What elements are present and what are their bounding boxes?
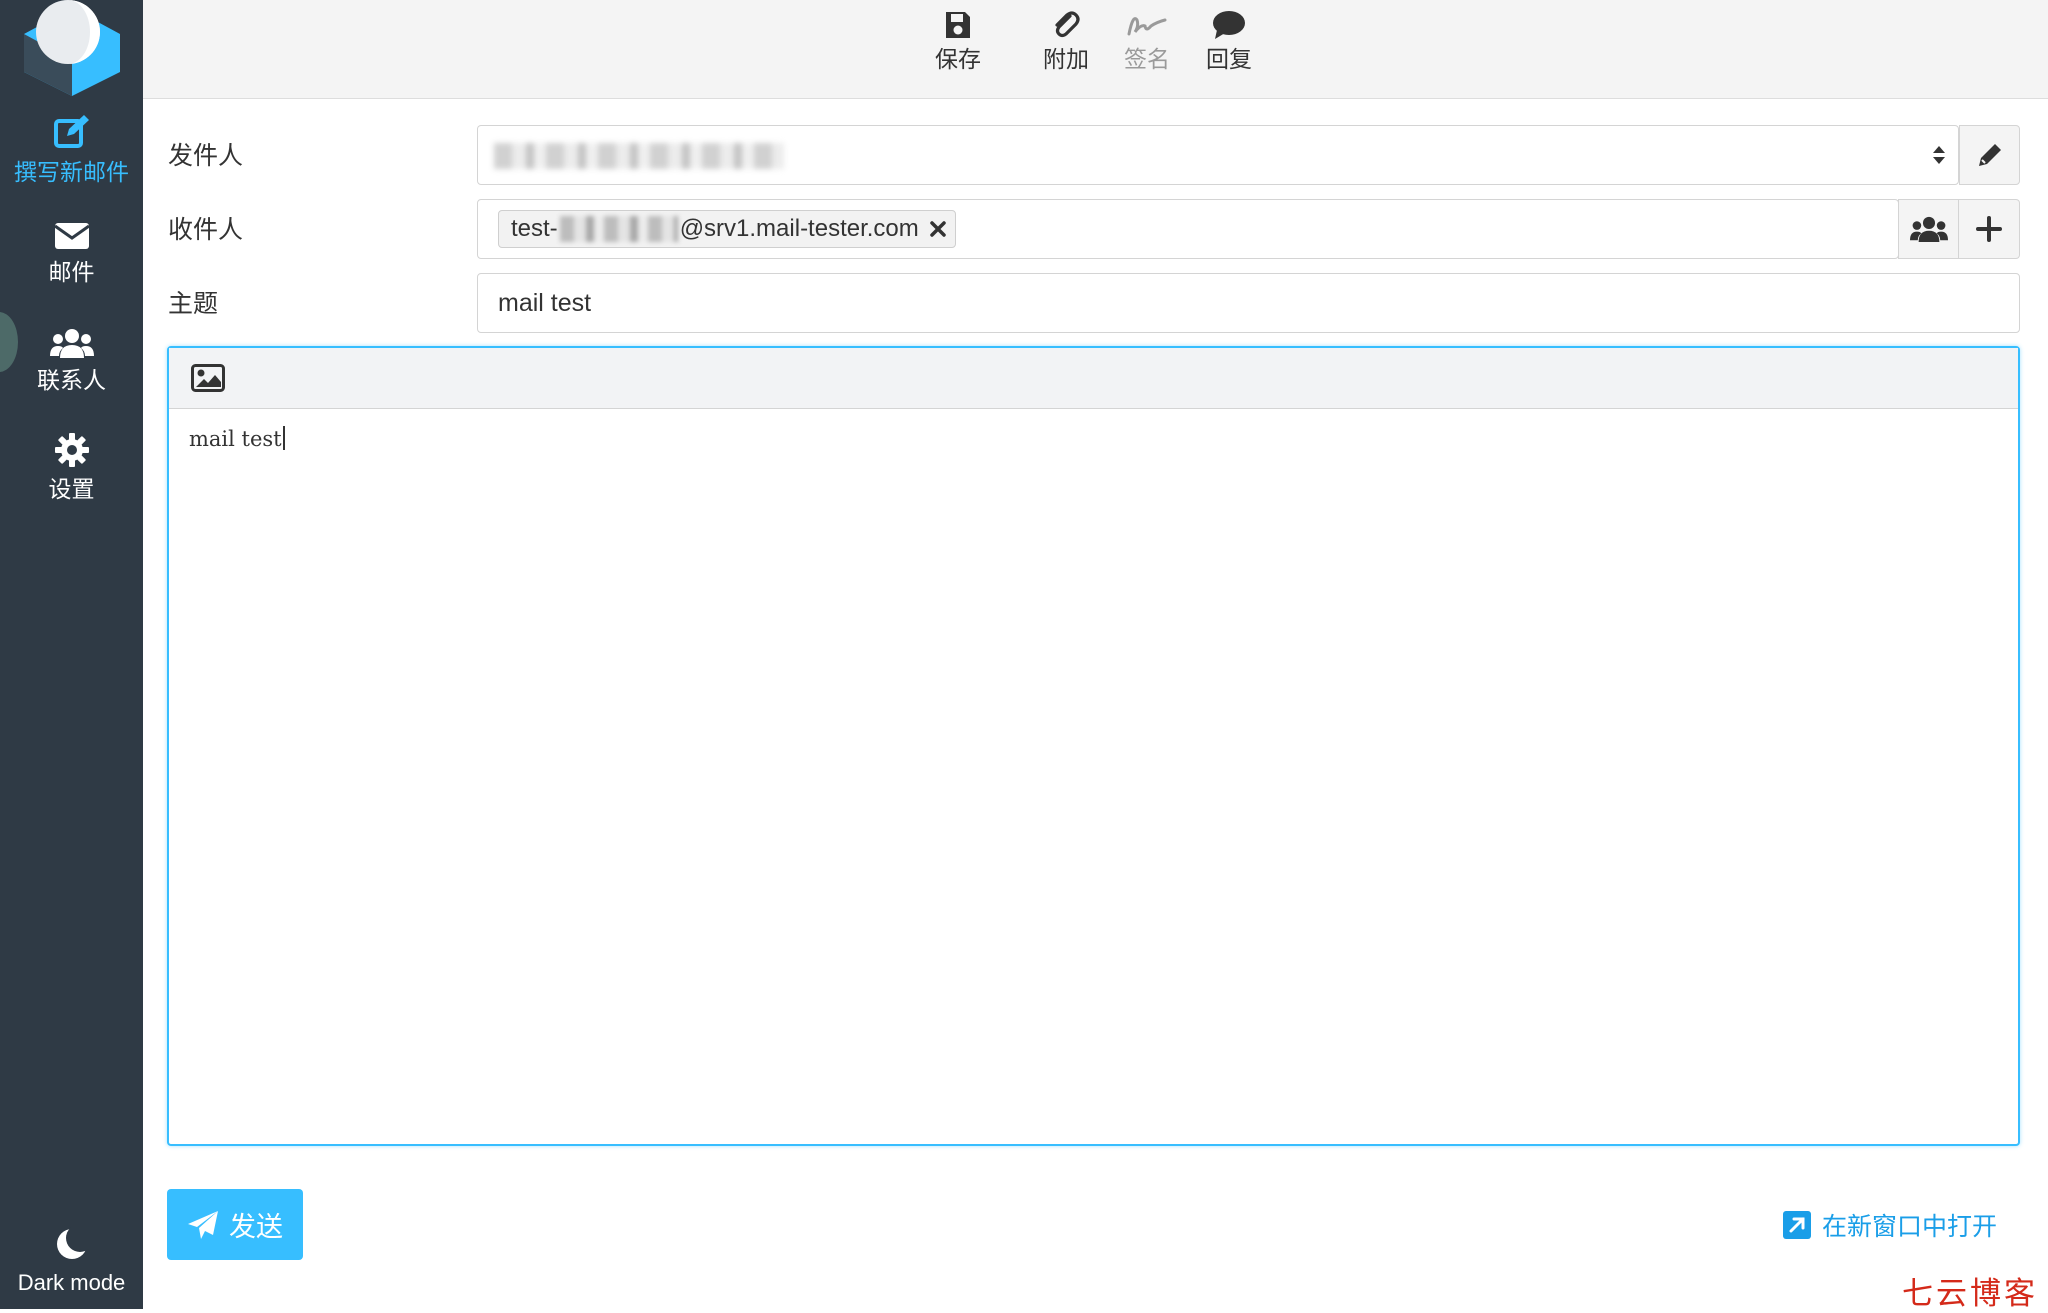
floppy-disk-icon: [946, 12, 970, 38]
external-link-icon: [1783, 1211, 1811, 1239]
sidebar-item-label: 邮件: [48, 259, 95, 285]
compose-icon: [53, 115, 89, 148]
attach-button[interactable]: 附加: [1021, 10, 1111, 74]
save-button[interactable]: 保存: [913, 10, 1003, 74]
users-icon: [49, 329, 94, 358]
gear-icon: [54, 433, 89, 467]
users-icon: [1909, 216, 1948, 242]
save-label: 保存: [935, 46, 981, 72]
sidebar-item-settings[interactable]: 设置: [0, 433, 143, 503]
paperclip-icon: [1055, 11, 1080, 38]
text-caret: [282, 426, 285, 450]
send-button[interactable]: 发送: [167, 1189, 303, 1260]
message-editor[interactable]: mail test: [167, 346, 2020, 1146]
open-in-new-window-label: 在新窗口中打开: [1822, 1213, 1998, 1241]
signature-button[interactable]: 签名: [1102, 10, 1192, 74]
recipient-input[interactable]: test- @srv1.mail-tester.com: [477, 199, 1899, 259]
from-label: 发件人: [168, 142, 244, 170]
editor-body[interactable]: mail test: [189, 426, 285, 451]
subject-input[interactable]: [477, 273, 2020, 333]
editor-text: mail test: [189, 427, 282, 451]
sidebar-item-label: 联系人: [37, 367, 106, 393]
envelope-icon: [53, 223, 90, 249]
attach-label: 附加: [1043, 46, 1089, 72]
reply-label: 回复: [1206, 46, 1252, 72]
sidebar-item-compose[interactable]: 撰写新邮件: [0, 114, 143, 186]
add-header-button[interactable]: [1959, 199, 2020, 259]
sidebar-item-label: 设置: [48, 476, 95, 502]
sidebar-item-mail[interactable]: 邮件: [0, 222, 143, 286]
recipient-redacted: [559, 216, 678, 242]
editor-toolbar: [169, 348, 2018, 409]
edit-identity-button[interactable]: [1959, 125, 2020, 185]
subject-label: 主题: [168, 290, 219, 318]
from-select[interactable]: [477, 125, 1959, 185]
watermark-text: 七云博客: [1902, 1276, 2038, 1312]
signature-label: 签名: [1124, 46, 1170, 72]
pencil-icon: [1978, 144, 2001, 166]
plus-icon: [1976, 216, 2002, 242]
sidebar-item-contacts[interactable]: 联系人: [0, 328, 143, 394]
open-in-new-window-link[interactable]: 在新窗口中打开: [1782, 1207, 1997, 1243]
sidebar: 撰写新邮件 邮件 联系人 设置 Dark mode: [0, 0, 143, 1309]
select-arrows-icon: [1933, 146, 1945, 164]
from-value-redacted: [494, 143, 784, 169]
send-label: 发送: [229, 1212, 283, 1242]
recipient-chip[interactable]: test- @srv1.mail-tester.com: [498, 210, 956, 248]
app-logo: [22, 0, 122, 96]
dark-mode-label: Dark mode: [17, 1270, 126, 1295]
recipient-prefix: test-: [511, 215, 558, 242]
compose-toolbar: 保存 附加 签名 回复: [143, 0, 2048, 99]
recipient-suffix: @srv1.mail-tester.com: [679, 215, 919, 242]
sidebar-item-label: 撰写新邮件: [14, 159, 129, 185]
address-book-button[interactable]: [1898, 199, 1959, 259]
remove-recipient-icon[interactable]: [929, 220, 947, 238]
speech-bubble-icon: [1213, 11, 1245, 39]
dark-mode-toggle[interactable]: Dark mode: [0, 1227, 143, 1297]
signature-icon: [1127, 17, 1167, 36]
reply-button[interactable]: 回复: [1184, 10, 1274, 74]
paper-plane-icon: [188, 1210, 218, 1239]
image-icon[interactable]: [191, 364, 225, 397]
to-label: 收件人: [168, 216, 244, 244]
moon-icon: [56, 1227, 89, 1259]
